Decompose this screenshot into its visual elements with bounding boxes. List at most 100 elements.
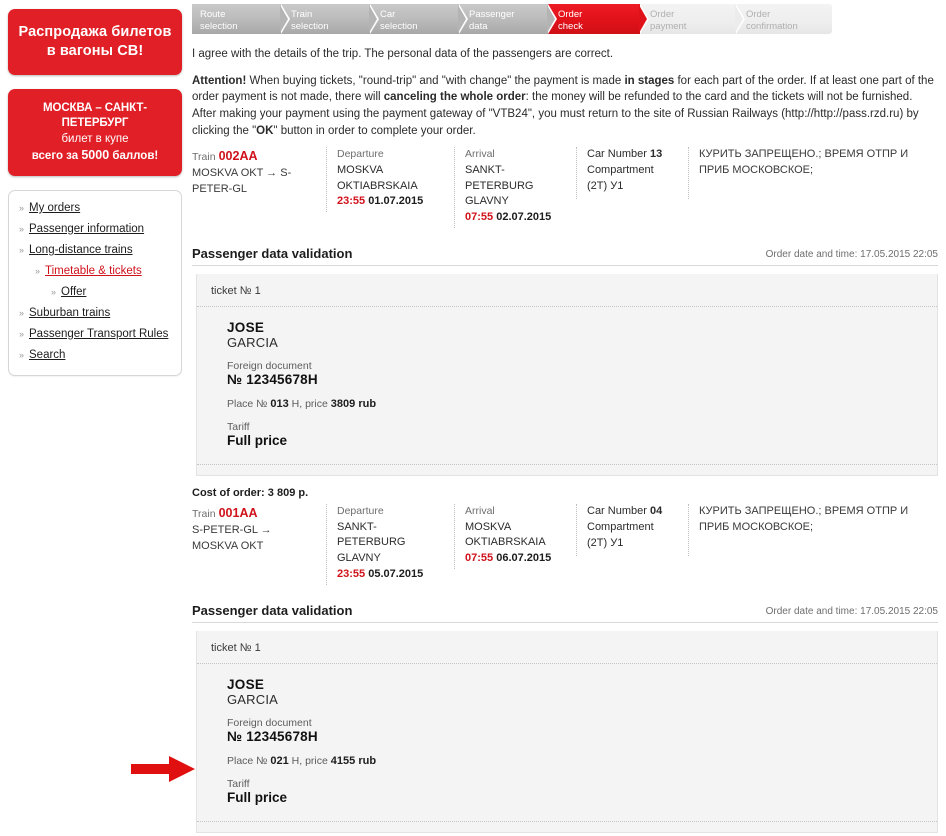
section-title: Passenger data validation — [192, 603, 353, 619]
place-and-price-line: Place № 021 H, price 4155 rub — [227, 755, 923, 767]
arrival-label: Arrival — [465, 505, 495, 518]
ticket-card: ticket № 1 JOSE GARCIA Foreign document … — [196, 274, 938, 477]
promo-banner-route-line: МОСКВА – САНКТ-ПЕТЕРБУРГ — [43, 102, 147, 130]
order-date-label: Order date and time: — [765, 606, 858, 618]
passenger-first-name: JOSE — [227, 677, 265, 693]
sidebar-item-passenger-information[interactable]: » Passenger information — [19, 223, 171, 235]
sidebar-item-suburban-trains[interactable]: » Suburban trains — [19, 307, 171, 319]
sidebar-item-label[interactable]: Long-distance trains — [29, 244, 133, 256]
car-type: Compartment — [587, 521, 654, 534]
car-number-label: Car Number — [587, 505, 647, 518]
bullet-icon: » — [19, 223, 25, 234]
price-label: H, price — [291, 398, 328, 411]
car-note-column: КУРИТЬ ЗАПРЕЩЕНО.; ВРЕМЯ ОТПР И ПРИБ МОС… — [688, 504, 936, 557]
departure-date: 05.07.2015 — [368, 568, 424, 581]
step-line2: selection — [200, 20, 238, 32]
step-line2: selection — [291, 20, 329, 32]
train-route: MOSKVA OKT → S-PETER-GL — [192, 167, 292, 196]
train-column: Train 001AA S-PETER-GL → MOSKVA OKT — [192, 504, 326, 557]
ticket-card: ticket № 1 JOSE GARCIA Foreign document … — [196, 631, 938, 834]
departure-time: 23:55 — [337, 568, 366, 581]
sidebar-item-label[interactable]: Offer — [61, 286, 86, 298]
tariff-label: Tariff — [227, 778, 250, 791]
promo-banner-points-line: всего за 5000 баллов! — [31, 147, 159, 162]
car-note-text: КУРИТЬ ЗАПРЕЩЕНО.; ВРЕМЯ ОТПР И ПРИБ МОС… — [699, 505, 909, 533]
train-number-line: Train 001AA — [192, 504, 316, 523]
attention-text-gateway-c: " button in order to complete your order… — [273, 124, 476, 137]
arrival-station-1: SANKT-PETERBURG — [465, 163, 534, 192]
step-line1: Passenger — [469, 9, 515, 20]
step-car-selection[interactable]: Car selection — [370, 4, 468, 34]
attention-text-e: : the money will be refunded to the card… — [525, 91, 913, 104]
train-route: S-PETER-GL → MOSKVA OKT — [192, 524, 272, 553]
train-summary-row: Train 002AA MOSKVA OKT → S-PETER-GL Depa… — [192, 147, 938, 229]
arrival-datetime: 07:55 06.07.2015 — [465, 551, 566, 567]
order-date-value: 17.05.2015 22:05 — [860, 249, 938, 261]
main-content: Route selection Train selection Car sele… — [192, 0, 946, 836]
bullet-icon: » — [19, 202, 25, 213]
car-class: (2Т) У1 — [587, 537, 624, 550]
bullet-icon: » — [19, 307, 25, 318]
step-line1: Car — [380, 9, 396, 20]
passenger-last-name: GARCIA — [227, 692, 279, 708]
passenger-validation-header: Passenger data validation Order date and… — [192, 593, 938, 624]
order-datetime: Order date and time: 17.05.2015 22:05 — [766, 606, 938, 618]
ticket-card-divider — [197, 464, 937, 466]
arrival-time: 07:55 — [465, 211, 494, 224]
attention-paragraph: Attention! When buying tickets, "round-t… — [192, 73, 938, 140]
sidebar-item-search[interactable]: » Search — [19, 349, 171, 361]
train-number-line: Train 002AA — [192, 147, 316, 166]
place-value: 021 — [270, 755, 289, 768]
sidebar-item-label[interactable]: My orders — [29, 202, 80, 214]
step-order-check[interactable]: Order check — [548, 4, 649, 34]
place-value: 013 — [270, 398, 289, 411]
sidebar-item-long-distance-trains[interactable]: » Long-distance trains — [19, 244, 171, 256]
sidebar-item-passenger-transport-rules[interactable]: » Passenger Transport Rules — [19, 328, 171, 340]
car-number-line: Car Number 13 — [587, 147, 678, 163]
cost-of-order-line: Cost of order: 3 809 p. — [192, 487, 938, 499]
sidebar-item-label[interactable]: Passenger information — [29, 223, 144, 235]
sidebar-item-offer[interactable]: » Offer — [51, 286, 171, 298]
cost-value: 3 809 p. — [267, 487, 309, 500]
attention-text-ok: OK — [256, 124, 274, 137]
step-passenger-data[interactable]: Passenger data — [459, 4, 557, 34]
car-column: Car Number 04 Compartment (2Т) У1 — [576, 504, 688, 557]
place-label: Place № — [227, 398, 268, 411]
sidebar-item-label[interactable]: Timetable & tickets — [45, 265, 142, 277]
arrival-time: 07:55 — [465, 552, 494, 565]
document-type-label: Foreign document — [227, 717, 312, 730]
order-progress-steps: Route selection Train selection Car sele… — [192, 4, 938, 34]
step-line1: Train — [291, 9, 313, 20]
sidebar: Распродажа билетов в вагоны СВ! МОСКВА –… — [0, 0, 190, 836]
step-line2: selection — [380, 20, 418, 32]
departure-column: Departure SANKT-PETERBURG GLAVNY 23:55 0… — [326, 504, 454, 586]
step-line1: Route — [200, 9, 226, 20]
car-class: (2Т) У1 — [587, 180, 624, 193]
step-order-confirmation: Order confirmation — [736, 4, 832, 34]
document-number: № 12345678H — [227, 372, 318, 388]
departure-datetime: 23:55 05.07.2015 — [337, 567, 444, 583]
step-line1: Order — [650, 9, 675, 20]
departure-datetime: 23:55 01.07.2015 — [337, 194, 444, 210]
car-note-text: КУРИТЬ ЗАПРЕЩЕНО.; ВРЕМЯ ОТПР И ПРИБ МОС… — [699, 148, 909, 176]
intro-text-block: I agree with the details of the trip. Th… — [192, 46, 938, 139]
step-route-selection[interactable]: Route selection — [192, 4, 290, 34]
step-line1: Order — [746, 9, 771, 20]
promo-banner-sv-line1: Распродажа билетов — [18, 24, 172, 40]
attention-text-a: When buying tickets, "round-trip" and "w… — [246, 74, 625, 87]
step-line2: check — [558, 20, 583, 32]
train-number: 001AA — [218, 506, 258, 521]
sidebar-nav: » My orders » Passenger information » Lo… — [8, 189, 182, 376]
step-train-selection[interactable]: Train selection — [281, 4, 379, 34]
bullet-icon: » — [51, 286, 57, 297]
promo-banner-sv-cars[interactable]: Распродажа билетов в вагоны СВ! — [8, 9, 182, 76]
sidebar-item-timetable-and-tickets[interactable]: » Timetable & tickets — [35, 265, 171, 277]
order-date-label: Order date and time: — [765, 249, 858, 261]
sidebar-item-my-orders[interactable]: » My orders — [19, 202, 171, 214]
sidebar-item-label[interactable]: Search — [29, 349, 65, 361]
promo-banner-moscow-spb[interactable]: МОСКВА – САНКТ-ПЕТЕРБУРГ билет в купе вс… — [8, 89, 182, 176]
sidebar-item-label[interactable]: Passenger Transport Rules — [29, 328, 168, 340]
ticket-body: JOSE GARCIA Foreign document № 12345678H… — [197, 307, 937, 452]
sidebar-item-label[interactable]: Suburban trains — [29, 307, 110, 319]
promo-banner-coupe-line: билет в купе — [61, 132, 129, 145]
